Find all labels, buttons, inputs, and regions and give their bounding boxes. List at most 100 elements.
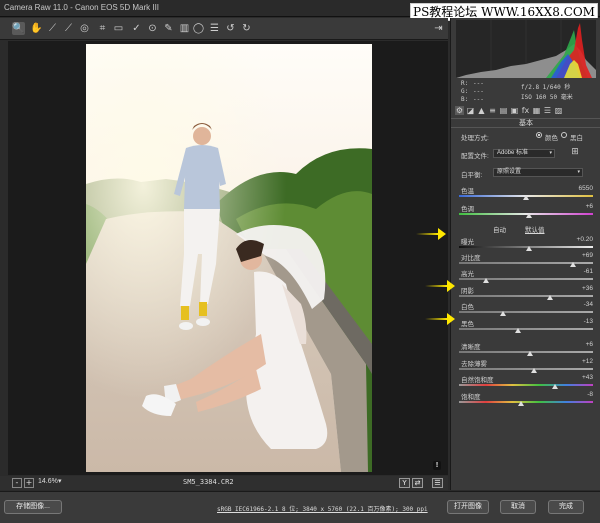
slider-track[interactable]: [459, 278, 593, 280]
slider-value[interactable]: 6550: [563, 185, 593, 192]
slider-value[interactable]: +69: [563, 252, 593, 259]
annotation-arrow-blacks: [425, 313, 455, 325]
slider-value[interactable]: +6: [563, 341, 593, 348]
slider-value[interactable]: +0.20: [563, 236, 593, 243]
bottom-bar: 存储图像... sRGB IEC61966-2.1 8 位; 3840 x 57…: [0, 491, 600, 523]
red-eye-icon[interactable]: ⊙: [146, 22, 159, 35]
profile-value: Adobe 标准: [497, 150, 529, 156]
wb-label: 白平衡:: [461, 172, 483, 179]
targeted-adjustment-icon[interactable]: ◎: [78, 22, 91, 35]
slider-track[interactable]: [459, 401, 593, 403]
snapshots-tab-icon[interactable]: ▨: [554, 106, 563, 115]
color-sampler-icon[interactable]: ⟋: [62, 22, 75, 35]
before-after-y-button[interactable]: Y: [399, 478, 410, 488]
slider-label: 清晰度: [461, 344, 481, 351]
rotate-ccw-icon[interactable]: ↺: [224, 22, 237, 35]
slider-track[interactable]: [459, 368, 593, 370]
wb-dropdown[interactable]: 原照设置 ▾: [493, 168, 583, 177]
split-toning-tab-icon[interactable]: ▤: [499, 106, 508, 115]
white-balance-icon[interactable]: ⟋: [46, 22, 59, 35]
slider-thumb[interactable]: [500, 311, 507, 316]
zoom-level[interactable]: 14.6%: [38, 478, 58, 485]
done-button[interactable]: 完成: [548, 500, 584, 514]
slider-thumb[interactable]: [482, 278, 489, 283]
slider-value[interactable]: +36: [563, 285, 593, 292]
open-image-button[interactable]: 打开图像: [447, 500, 489, 514]
slider-thumb[interactable]: [527, 351, 534, 356]
adjustment-brush-icon[interactable]: ✎: [162, 22, 175, 35]
slider-thumb[interactable]: [531, 368, 538, 373]
slider-value[interactable]: +6: [563, 203, 593, 210]
auto-button[interactable]: 自动: [493, 224, 506, 234]
workflow-options-link[interactable]: sRGB IEC61966-2.1 8 位; 3840 x 5760 (22.1…: [217, 504, 428, 513]
slider-thumb[interactable]: [517, 401, 524, 406]
profile-dropdown[interactable]: Adobe 标准 ▾: [493, 149, 555, 158]
slider-value[interactable]: -61: [563, 268, 593, 275]
treatment-label: 处理方式:: [461, 135, 489, 142]
profile-browser-icon[interactable]: ⊞: [569, 146, 581, 158]
cancel-button[interactable]: 取消: [500, 500, 536, 514]
zoom-out-button[interactable]: -: [12, 478, 22, 488]
export-icon[interactable]: ⇥: [432, 22, 445, 35]
hsl-tab-icon[interactable]: ≡: [488, 106, 497, 115]
slider-label: 阴影: [461, 288, 474, 295]
slider-label: 高光: [461, 271, 474, 278]
treatment-color-label[interactable]: 颜色: [545, 132, 558, 142]
treatment-bw-radio[interactable]: [561, 132, 567, 138]
slider-label: 饱和度: [461, 394, 481, 401]
slider-value[interactable]: -13: [563, 318, 593, 325]
slider-value[interactable]: -8: [563, 391, 593, 398]
toolbar: ⇥ 🔍 ✋ ⟋ ⟋ ◎ ⌗ ▭ ✓ ⊙ ✎ ▥ ◯ ☰ ↺ ↻: [0, 18, 448, 40]
slider-track[interactable]: [459, 384, 593, 386]
zoom-in-button[interactable]: +: [24, 478, 34, 488]
slider-thumb[interactable]: [523, 195, 529, 200]
treatment-color-radio[interactable]: [536, 132, 542, 138]
zoom-icon[interactable]: 🔍: [12, 22, 25, 35]
slider-label: 曝光: [461, 239, 474, 246]
rgb-r-label: R:: [461, 80, 469, 87]
save-image-button[interactable]: 存储图像...: [4, 500, 62, 514]
slider-value[interactable]: +43: [563, 374, 593, 381]
slider-track[interactable]: [459, 351, 593, 353]
crop-icon[interactable]: ⌗: [96, 22, 109, 35]
slider-thumb[interactable]: [525, 213, 532, 218]
warning-icon[interactable]: !: [433, 461, 441, 470]
filename: SM5_3384.CR2: [183, 478, 234, 486]
rgb-g-value: ---: [473, 88, 484, 95]
effects-tab-icon[interactable]: fx: [521, 106, 530, 115]
default-button[interactable]: 默认值: [525, 224, 545, 234]
tone-curve-tab-icon[interactable]: ◪: [466, 106, 475, 115]
hand-icon[interactable]: ✋: [30, 22, 43, 35]
rgb-b-label: B:: [461, 96, 469, 103]
slider-thumb[interactable]: [547, 295, 554, 300]
view-settings-icon[interactable]: ☰: [432, 478, 443, 488]
graduated-filter-icon[interactable]: ▥: [178, 22, 191, 35]
slider-thumb[interactable]: [514, 328, 521, 333]
lens-tab-icon[interactable]: ▣: [510, 106, 519, 115]
rotate-cw-icon[interactable]: ↻: [240, 22, 253, 35]
slider-label: 色温: [461, 188, 474, 195]
presets-tab-icon[interactable]: ☰: [543, 106, 552, 115]
chevron-down-icon: ▾: [577, 169, 580, 175]
slider-track[interactable]: [459, 311, 593, 313]
slider-thumb[interactable]: [569, 262, 576, 267]
slider-thumb[interactable]: [525, 246, 532, 251]
slider-thumb[interactable]: [552, 384, 559, 389]
calibration-tab-icon[interactable]: ▦: [532, 106, 541, 115]
treatment-bw-label[interactable]: 黑白: [570, 132, 583, 142]
slider-value[interactable]: +12: [563, 358, 593, 365]
radial-filter-icon[interactable]: ◯: [192, 22, 205, 35]
slider-track[interactable]: [459, 295, 593, 297]
slider-track[interactable]: [459, 328, 593, 330]
rgb-r-value: ---: [473, 80, 484, 87]
basic-tab-icon[interactable]: ⚙: [455, 106, 464, 115]
spot-removal-icon[interactable]: ✓: [130, 22, 143, 35]
photo-preview[interactable]: [86, 44, 372, 472]
histogram: [456, 20, 596, 78]
preferences-icon[interactable]: ☰: [208, 22, 221, 35]
straighten-icon[interactable]: ▭: [112, 22, 125, 35]
swap-before-after-icon[interactable]: ⇄: [412, 478, 423, 488]
slider-value[interactable]: -34: [563, 301, 593, 308]
detail-tab-icon[interactable]: ▲: [477, 106, 486, 115]
zoom-dropdown-icon[interactable]: ▾: [58, 477, 62, 485]
